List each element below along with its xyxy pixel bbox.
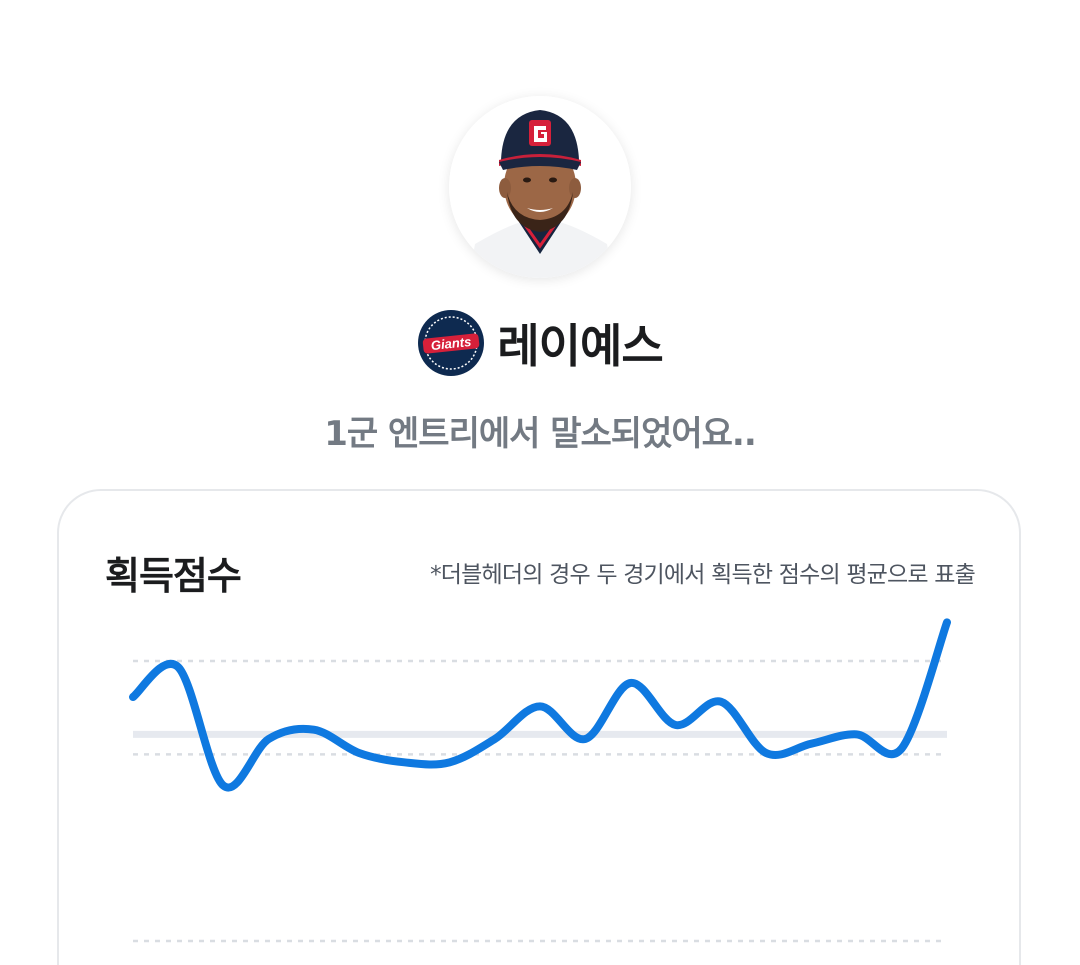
player-name-row: Giants 레이예스	[0, 308, 1080, 378]
player-name: 레이예스	[497, 319, 663, 373]
roster-status-text: 1군 엔트리에서 말소되었어요..	[324, 414, 757, 454]
score-card: 획득점수 *더블헤더의 경우 두 경기에서 획득한 점수의 평균으로 표출	[57, 489, 1021, 965]
giants-logo-icon: Giants	[418, 310, 485, 376]
player-photo-icon	[449, 96, 631, 278]
score-line-chart	[129, 618, 951, 943]
score-series-line	[129, 618, 951, 792]
player-avatar	[449, 96, 631, 278]
player-detail-page: Giants 레이예스 1군 엔트리에서 말소되었어요.. 획득점수 *더블헤더…	[0, 0, 1080, 965]
